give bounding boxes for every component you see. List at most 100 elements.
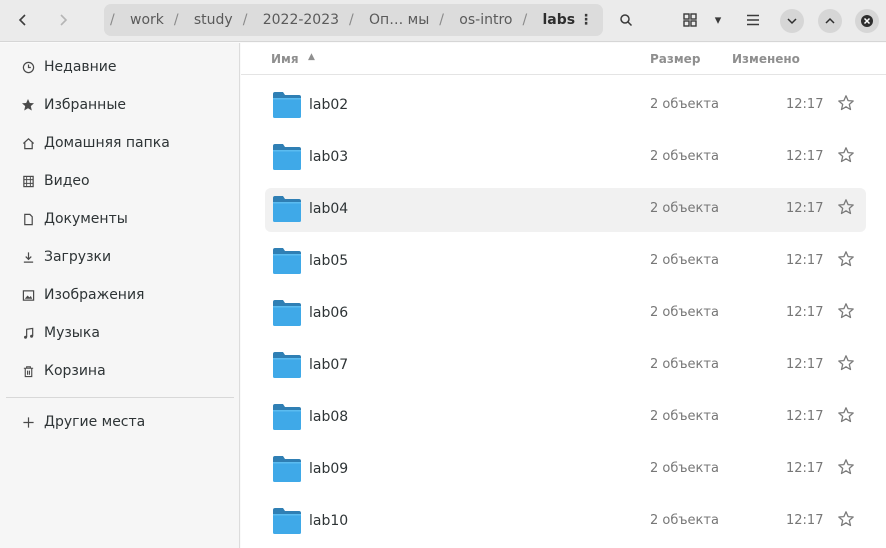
file-size: 2 объекта — [650, 149, 719, 164]
main-menu-button[interactable] — [740, 4, 766, 36]
file-list-view: Имя ▲ Размер Изменено lab02 2 объекта 12:1… — [241, 43, 886, 548]
table-row[interactable]: lab06 2 объекта 12:17 — [265, 292, 866, 336]
file-size: 2 объекта — [650, 253, 719, 268]
star-icon[interactable] — [837, 198, 855, 216]
hamburger-menu-icon — [747, 14, 759, 26]
folder-icon — [273, 248, 301, 274]
path-separator: / — [242, 12, 248, 28]
file-modified: 12:17 — [786, 305, 824, 320]
folder-icon — [273, 508, 301, 534]
sidebar-separator — [6, 397, 234, 398]
file-modified: 12:17 — [786, 357, 824, 372]
chevron-left-icon — [18, 14, 26, 26]
file-size: 2 объекта — [650, 513, 719, 528]
file-modified: 12:17 — [786, 409, 824, 424]
sidebar-item-pictures[interactable]: Изображения — [0, 276, 240, 314]
file-name: lab09 — [309, 461, 349, 477]
path-separator: / — [522, 12, 528, 28]
table-row[interactable]: lab10 2 объекта 12:17 — [265, 500, 866, 544]
sidebar-item-starred[interactable]: Избранные — [0, 86, 240, 124]
home-icon — [20, 135, 36, 151]
path-root-separator[interactable]: / — [104, 12, 126, 28]
table-row[interactable]: lab04 2 объекта 12:17 — [265, 188, 866, 232]
path-separator: / — [439, 12, 444, 28]
close-button[interactable] — [855, 9, 879, 33]
chevron-up-icon — [825, 17, 835, 24]
file-name: lab02 — [309, 97, 349, 113]
file-name: lab04 — [309, 201, 349, 217]
dropdown-arrow-icon: ▾ — [714, 12, 722, 28]
file-size: 2 объекта — [650, 305, 719, 320]
sidebar-item-music[interactable]: Музыка — [0, 314, 240, 352]
sidebar-item-other-locations[interactable]: Другие места — [0, 403, 240, 441]
star-icon[interactable] — [837, 94, 855, 112]
star-icon[interactable] — [837, 510, 855, 528]
sidebar-item-label: Другие места — [44, 414, 146, 430]
document-icon — [20, 211, 36, 227]
column-size-header[interactable]: Размер — [650, 52, 700, 66]
sidebar-item-videos[interactable]: Видео — [0, 162, 240, 200]
folder-icon — [273, 144, 301, 170]
path-menu-button[interactable]: ⋮ — [569, 4, 603, 36]
download-icon — [20, 249, 36, 265]
table-row[interactable]: lab07 2 объекта 12:17 — [265, 344, 866, 388]
path-bar: / work / study / 2022-2023 / Оп… мы / os… — [104, 4, 603, 36]
view-options-button[interactable]: ▾ — [706, 4, 730, 36]
breadcrumb-work[interactable]: work — [126, 12, 168, 28]
file-name: lab10 — [309, 513, 349, 529]
view-toggle-button[interactable] — [676, 4, 704, 36]
table-row[interactable]: lab08 2 объекта 12:17 — [265, 396, 866, 440]
column-header: Имя ▲ Размер Изменено — [241, 43, 886, 75]
file-modified: 12:17 — [786, 253, 824, 268]
sidebar-item-label: Недавние — [44, 59, 117, 75]
file-name: lab07 — [309, 357, 349, 373]
music-icon — [20, 325, 36, 341]
sidebar-item-documents[interactable]: Документы — [0, 200, 240, 238]
star-icon[interactable] — [837, 302, 855, 320]
file-size: 2 объекта — [650, 409, 719, 424]
close-icon — [861, 15, 873, 27]
grid-view-icon — [683, 13, 697, 27]
search-icon — [620, 14, 633, 27]
star-icon[interactable] — [837, 354, 855, 372]
chevron-down-icon — [787, 18, 797, 25]
search-button[interactable] — [612, 4, 640, 36]
star-icon[interactable] — [837, 458, 855, 476]
sidebar-item-label: Изображения — [44, 287, 145, 303]
plus-icon — [20, 414, 36, 430]
file-modified: 12:17 — [786, 149, 824, 164]
path-separator: / — [173, 12, 179, 28]
sidebar-item-recent[interactable]: Недавние — [0, 48, 240, 86]
star-icon[interactable] — [837, 250, 855, 268]
video-icon — [20, 173, 36, 189]
sidebar-item-home[interactable]: Домашняя папка — [0, 124, 240, 162]
sidebar-item-downloads[interactable]: Загрузки — [0, 238, 240, 276]
breadcrumb-study[interactable]: study — [190, 12, 237, 28]
sidebar-item-label: Документы — [44, 211, 128, 227]
breadcrumb-2022-2023[interactable]: 2022-2023 — [259, 12, 343, 28]
sidebar-item-trash[interactable]: Корзина — [0, 352, 240, 390]
folder-icon — [273, 300, 301, 326]
breadcrumb-collapsed[interactable]: Оп… мы — [365, 12, 433, 28]
star-icon[interactable] — [837, 146, 855, 164]
column-name-header[interactable]: Имя — [271, 52, 299, 66]
file-name: lab03 — [309, 149, 349, 165]
file-size: 2 объекта — [650, 461, 719, 476]
table-row[interactable]: lab09 2 объекта 12:17 — [265, 448, 866, 492]
table-row[interactable]: lab03 2 объекта 12:17 — [265, 136, 866, 180]
forward-button[interactable] — [46, 4, 80, 36]
table-row[interactable]: lab05 2 объекта 12:17 — [265, 240, 866, 284]
star-icon[interactable] — [837, 406, 855, 424]
back-button[interactable] — [6, 4, 40, 36]
minimize-button[interactable] — [780, 9, 804, 33]
table-row[interactable]: lab02 2 объекта 12:17 — [265, 84, 866, 128]
file-modified: 12:17 — [786, 201, 824, 216]
column-modified-header[interactable]: Изменено — [732, 52, 800, 66]
clock-icon — [20, 59, 36, 75]
sidebar-item-label: Избранные — [44, 97, 126, 113]
folder-icon — [273, 196, 301, 222]
breadcrumb-os-intro[interactable]: os-intro — [455, 12, 516, 28]
maximize-button[interactable] — [818, 9, 842, 33]
sidebar-item-label: Загрузки — [44, 249, 112, 265]
file-manager-window: / work / study / 2022-2023 / Оп… мы / os… — [0, 0, 886, 548]
